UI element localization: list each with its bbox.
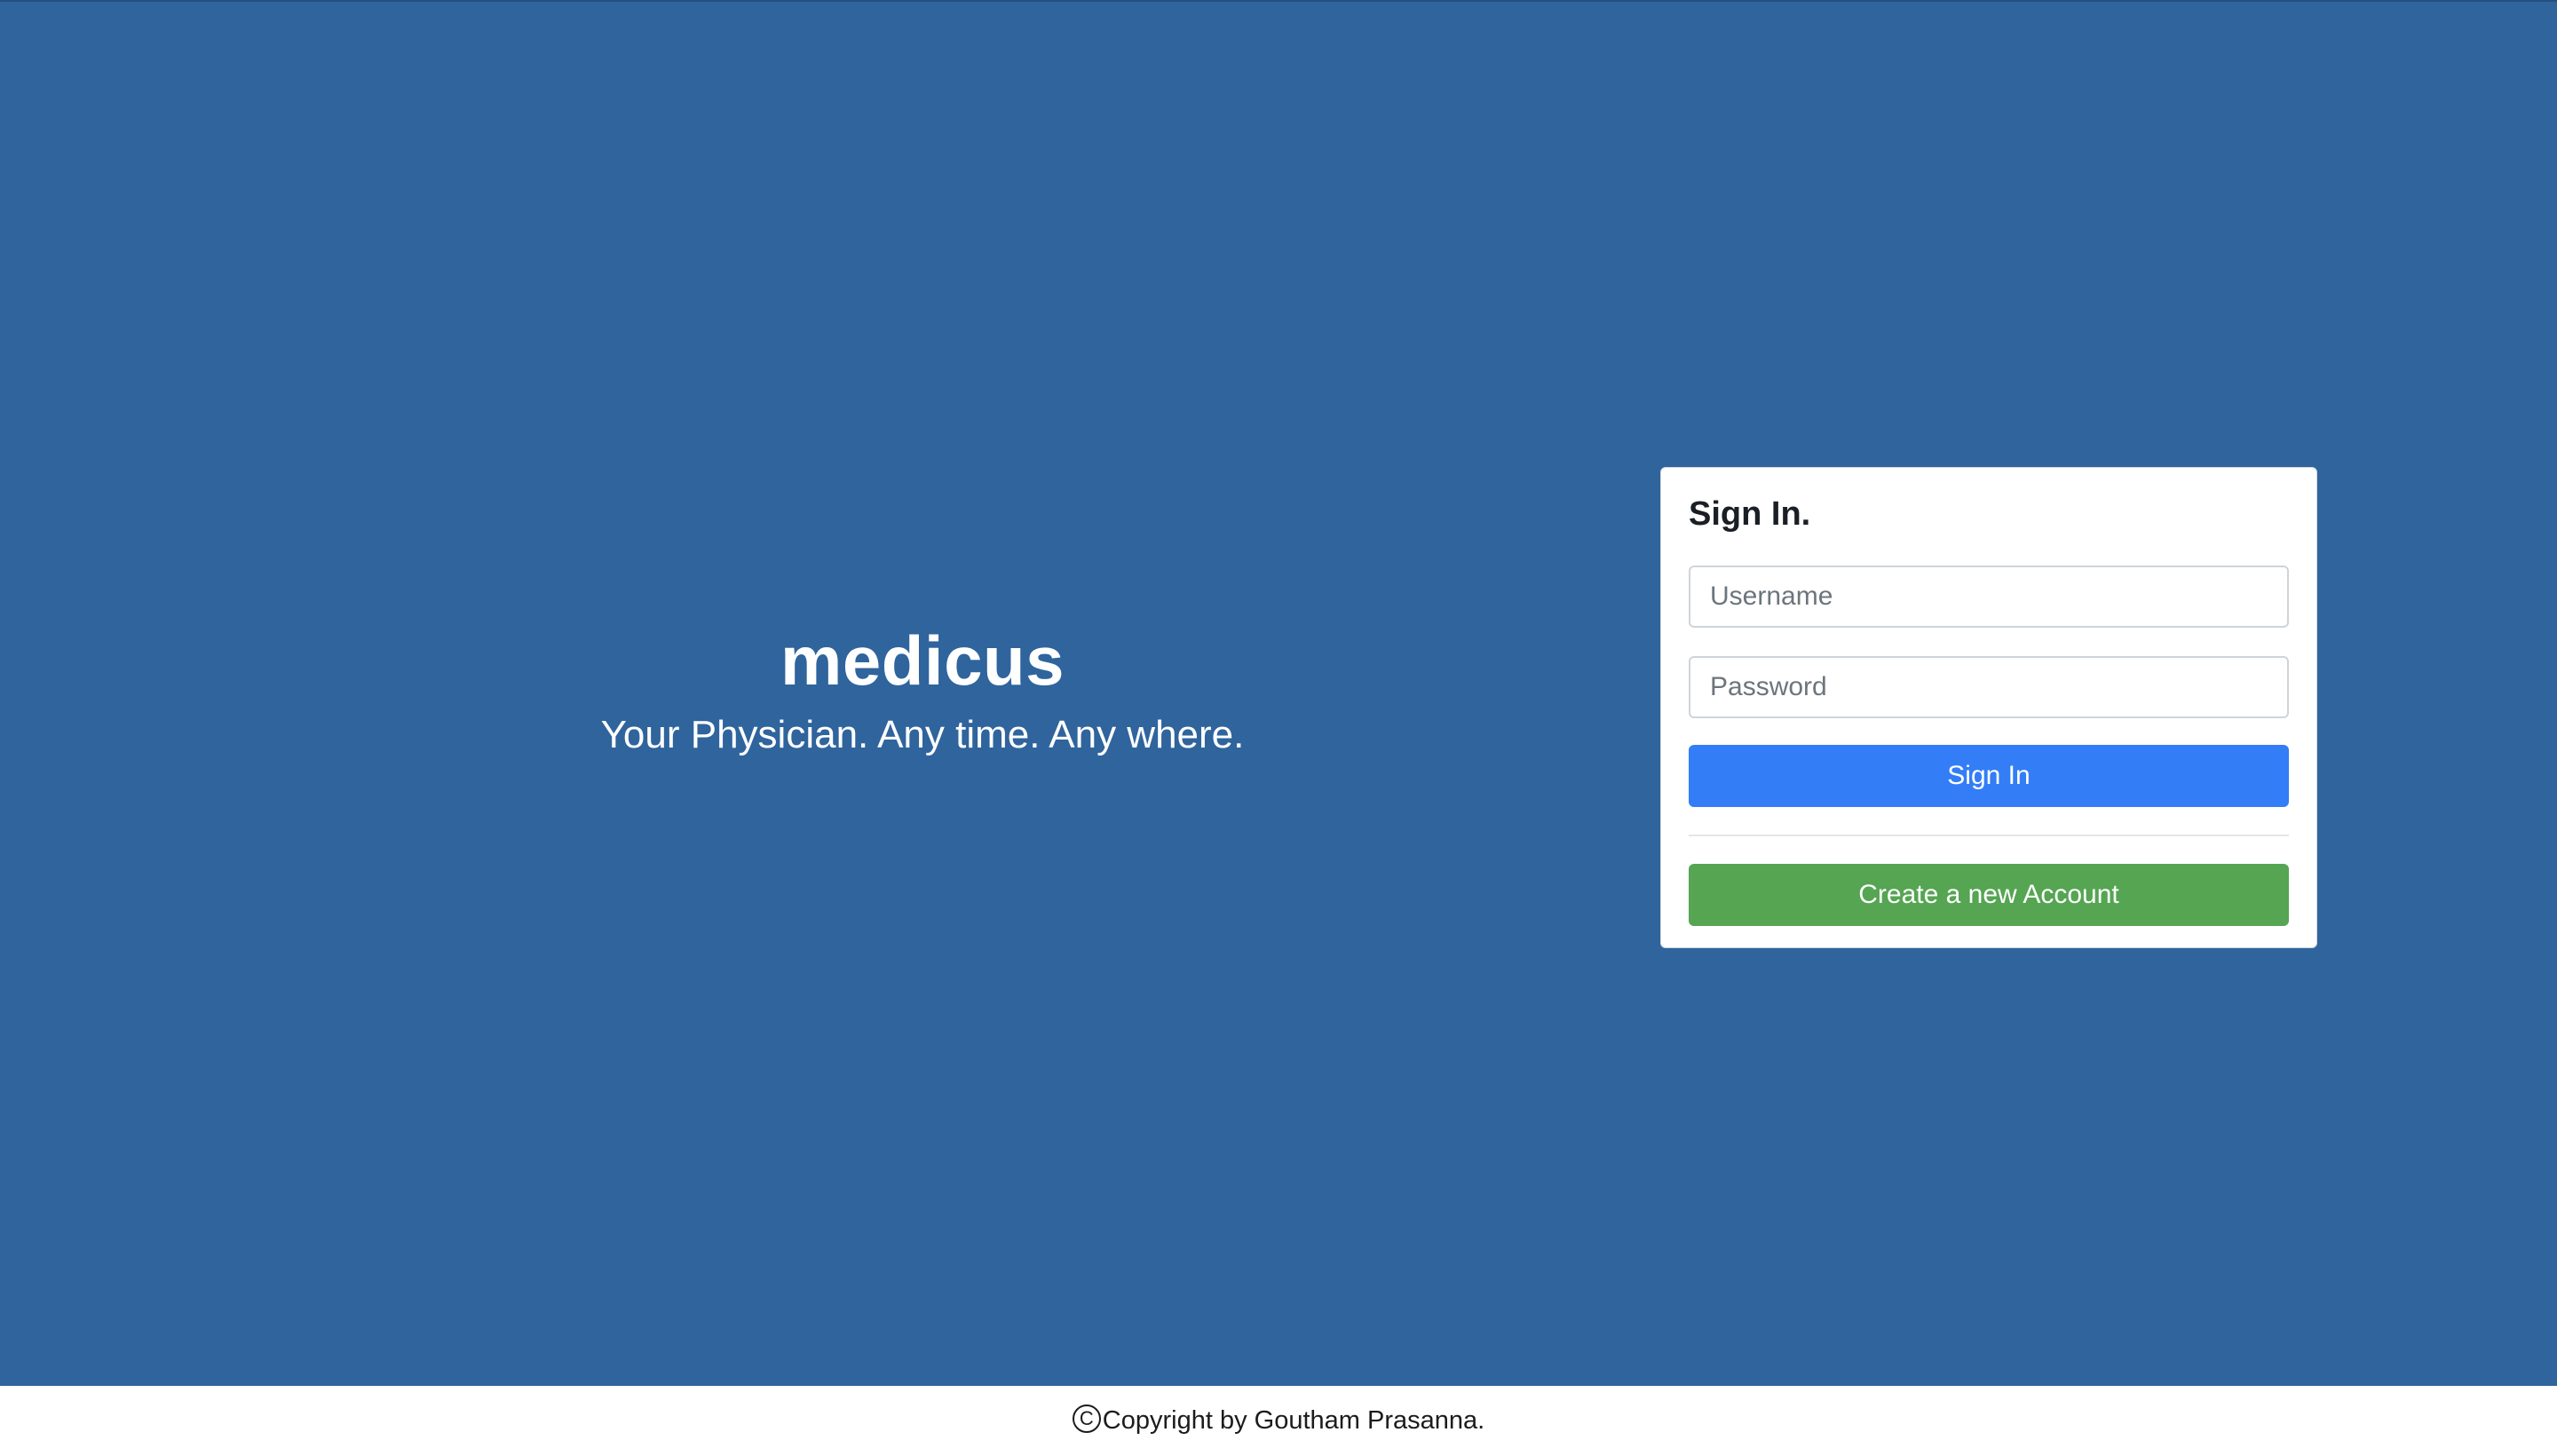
footer: C Copyright by Goutham Prasanna.	[0, 1386, 2557, 1456]
copyright-text: Copyright by Goutham Prasanna.	[1102, 1406, 1485, 1435]
card-divider	[1689, 835, 2289, 836]
create-account-button[interactable]: Create a new Account	[1689, 864, 2289, 926]
signin-button[interactable]: Sign In	[1689, 745, 2289, 807]
hero-section: medicus Your Physician. Any time. Any wh…	[0, 0, 2557, 1386]
signin-heading: Sign In.	[1689, 495, 1811, 533]
password-field[interactable]	[1689, 656, 2289, 718]
signin-card: Sign In. Sign In Create a new Account	[1660, 467, 2317, 948]
brand-tagline: Your Physician. Any time. Any where.	[600, 712, 1245, 756]
brand-title: medicus	[780, 621, 1065, 700]
username-field[interactable]	[1689, 566, 2289, 628]
brand-block: medicus Your Physician. Any time. Any wh…	[0, 621, 1845, 759]
copyright-icon: C	[1072, 1405, 1101, 1434]
